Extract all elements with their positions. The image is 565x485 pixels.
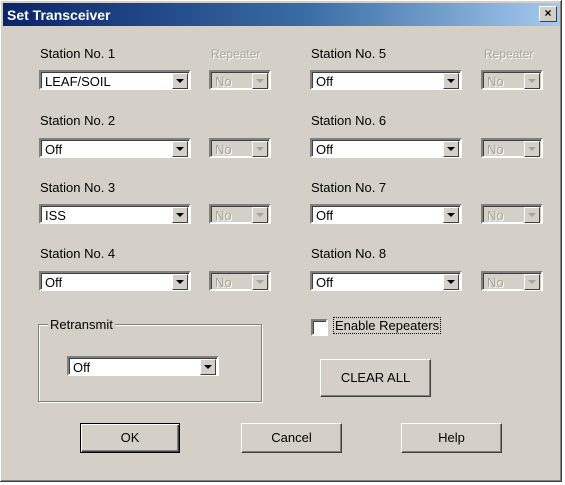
retransmit-label: Retransmit	[48, 317, 115, 332]
enable-repeaters-checkbox[interactable]	[311, 319, 328, 336]
station-8-repeater-value: No	[487, 275, 504, 290]
chevron-down-icon[interactable]	[172, 274, 188, 290]
title-bar[interactable]: Set Transceiver ×	[3, 3, 560, 26]
station-8-label: Station No. 8	[311, 246, 387, 261]
station-3-select[interactable]: ISS	[39, 204, 191, 224]
enable-repeaters-label[interactable]: Enable Repeaters	[333, 317, 442, 334]
station-7-label: Station No. 7	[311, 180, 387, 195]
close-icon: ×	[544, 6, 552, 20]
station-6-select[interactable]: Off	[310, 138, 462, 158]
window-title: Set Transceiver	[7, 7, 111, 23]
station-2-select[interactable]: Off	[39, 138, 191, 158]
chevron-down-icon[interactable]	[172, 141, 188, 157]
chevron-down-icon[interactable]	[172, 207, 188, 223]
station-3-label: Station No. 3	[40, 180, 116, 195]
cancel-label: Cancel	[271, 430, 312, 445]
chevron-down-icon[interactable]	[443, 207, 459, 223]
station-1-value: LEAF/SOIL	[45, 74, 111, 89]
close-button[interactable]: ×	[539, 6, 557, 22]
station-3-repeater-value: No	[215, 208, 232, 223]
chevron-down-icon[interactable]	[524, 141, 540, 157]
chevron-down-icon[interactable]	[252, 73, 268, 89]
station-6-repeater-select[interactable]: No	[481, 138, 543, 158]
chevron-down-icon[interactable]	[252, 207, 268, 223]
chevron-down-icon[interactable]	[524, 274, 540, 290]
station-7-repeater-select[interactable]: No	[481, 204, 543, 224]
clear-all-button[interactable]: CLEAR ALL	[320, 359, 431, 397]
station-4-repeater-value: No	[215, 275, 232, 290]
station-4-label: Station No. 4	[40, 246, 116, 261]
station-5-select[interactable]: Off	[310, 70, 462, 90]
station-6-repeater-value: No	[487, 142, 504, 157]
station-6-label: Station No. 6	[311, 113, 387, 128]
repeater-label-left: Repeater	[211, 47, 261, 61]
chevron-down-icon[interactable]	[443, 73, 459, 89]
chevron-down-icon[interactable]	[443, 274, 459, 290]
station-4-select[interactable]: Off	[39, 271, 191, 291]
station-4-repeater-select[interactable]: No	[209, 271, 271, 291]
station-5-value: Off	[316, 74, 334, 89]
station-1-repeater-select[interactable]: No	[209, 70, 271, 90]
ok-button[interactable]: OK	[80, 423, 180, 453]
station-2-repeater-value: No	[215, 142, 232, 157]
help-button[interactable]: Help	[401, 423, 502, 453]
station-8-repeater-select[interactable]: No	[481, 271, 543, 291]
station-1-label: Station No. 1	[40, 46, 116, 61]
station-2-label: Station No. 2	[40, 113, 116, 128]
station-8-select[interactable]: Off	[310, 271, 462, 291]
chevron-down-icon[interactable]	[443, 141, 459, 157]
chevron-down-icon[interactable]	[524, 207, 540, 223]
station-5-label: Station No. 5	[311, 46, 387, 61]
station-1-repeater-value: No	[215, 74, 232, 89]
station-1-select[interactable]: LEAF/SOIL	[39, 70, 191, 90]
station-8-value: Off	[316, 275, 334, 290]
station-7-select[interactable]: Off	[310, 204, 462, 224]
chevron-down-icon[interactable]	[524, 73, 540, 89]
set-transceiver-dialog: Set Transceiver × Station No. 1 Repeater…	[0, 0, 562, 482]
station-7-repeater-value: No	[487, 208, 504, 223]
clear-all-label: CLEAR ALL	[340, 370, 411, 385]
station-6-value: Off	[316, 142, 334, 157]
chevron-down-icon[interactable]	[172, 73, 188, 89]
station-5-repeater-value: No	[487, 74, 504, 89]
help-label: Help	[438, 430, 465, 445]
repeater-label-right: Repeater	[484, 47, 534, 61]
station-3-value: ISS	[45, 208, 66, 223]
chevron-down-icon[interactable]	[252, 274, 268, 290]
station-4-value: Off	[45, 275, 63, 290]
chevron-down-icon[interactable]	[252, 141, 268, 157]
chevron-down-icon[interactable]	[200, 359, 216, 375]
station-7-value: Off	[316, 208, 334, 223]
station-3-repeater-select[interactable]: No	[209, 204, 271, 224]
station-2-repeater-select[interactable]: No	[209, 138, 271, 158]
retransmit-select[interactable]: Off	[67, 356, 219, 376]
retransmit-value: Off	[73, 360, 91, 375]
ok-label: OK	[120, 430, 140, 445]
station-5-repeater-select[interactable]: No	[481, 70, 543, 90]
station-2-value: Off	[45, 142, 63, 157]
cancel-button[interactable]: Cancel	[241, 423, 342, 453]
